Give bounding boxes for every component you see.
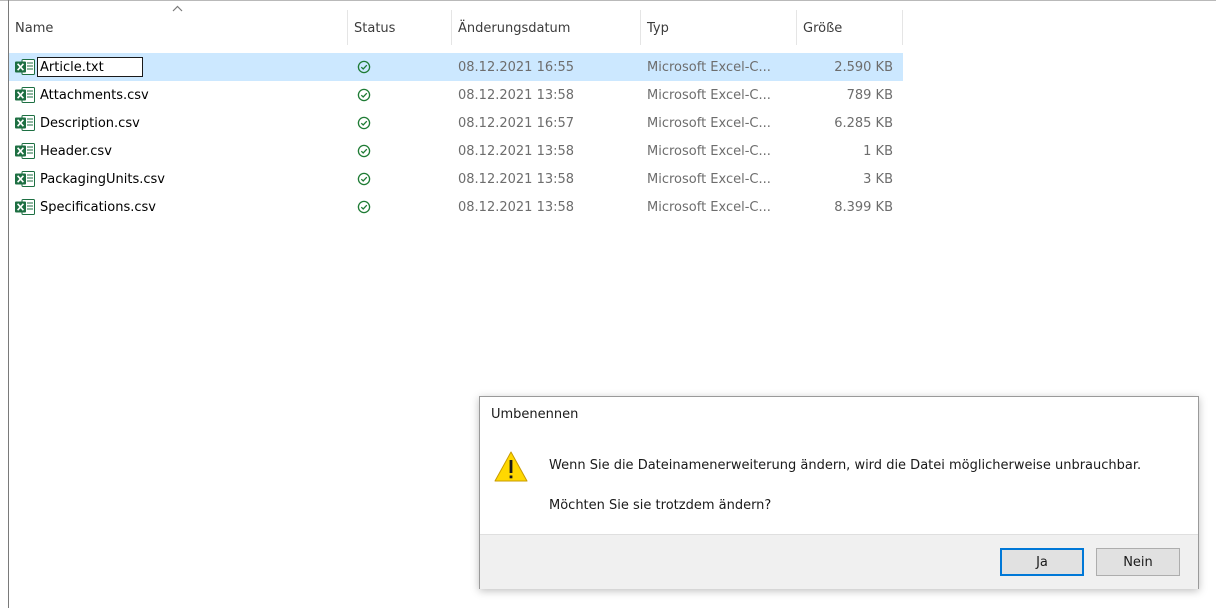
file-explorer-window: Name Status Änderungsdatum Typ Größe Art… [0,0,1216,608]
file-name-cell[interactable]: Description.csv [9,114,348,132]
column-header-type[interactable]: Typ [641,10,797,45]
file-status-cell [348,60,452,74]
dialog-title: Umbenennen [491,407,579,422]
excel-csv-file-icon [14,170,36,188]
file-status-cell [348,144,452,158]
file-type: Microsoft Excel-C... [647,143,771,159]
file-name-cell[interactable]: Article.txt [9,57,348,77]
synced-check-icon [357,200,371,214]
chevron-up-icon [172,3,183,14]
file-date: 08.12.2021 16:57 [458,115,575,131]
excel-csv-file-icon [14,198,36,216]
file-row[interactable]: Header.csv 08.12.2021 13:58 Microsoft Exce… [9,137,903,165]
file-type: Microsoft Excel-C... [647,171,771,187]
file-date: 08.12.2021 13:58 [458,171,575,187]
file-name-cell[interactable]: PackagingUnits.csv [9,170,348,188]
column-header-size[interactable]: Größe [797,10,903,45]
file-row[interactable]: Attachments.csv 08.12.2021 13:58 Microsoft… [9,81,903,109]
file-date: 08.12.2021 13:58 [458,87,575,103]
column-header-size-label: Größe [803,21,843,36]
file-size: 3 KB [863,171,893,187]
synced-check-icon [357,116,371,130]
synced-check-icon [357,88,371,102]
file-status-cell [348,200,452,214]
column-header-row: Name Status Änderungsdatum Typ Größe [9,5,903,45]
file-row[interactable]: Article.txt 08.12.2021 16:55 Microsoft Exc… [9,53,903,81]
file-size: 1 KB [863,143,893,159]
synced-check-icon [357,60,371,74]
dialog-message: Wenn Sie die Dateinamenerweiterung änder… [549,458,1142,473]
file-size: 8.399 KB [834,199,893,215]
synced-check-icon [357,144,371,158]
file-name: PackagingUnits.csv [40,171,165,187]
file-row[interactable]: Description.csv 08.12.2021 16:57 Microsoft… [9,109,903,137]
file-date: 08.12.2021 13:58 [458,199,575,215]
rename-input[interactable]: Article.txt [37,57,143,77]
rename-warning-dialog: Umbenennen Wenn Sie die Dateinamenerweit… [479,396,1199,589]
excel-csv-file-icon [14,142,36,160]
excel-csv-file-icon [14,86,36,104]
dialog-button-bar: Ja Nein [480,534,1198,589]
file-size: 6.285 KB [834,115,893,131]
excel-csv-file-icon [14,58,36,76]
column-header-status-label: Status [354,21,396,36]
file-status-cell [348,116,452,130]
file-type: Microsoft Excel-C... [647,87,771,103]
file-list: Article.txt 08.12.2021 16:55 Microsoft Exc… [9,53,903,221]
column-header-name[interactable]: Name [9,5,348,45]
file-row[interactable]: PackagingUnits.csv 08.12.2021 13:58 Micros… [9,165,903,193]
file-size: 789 KB [846,87,893,103]
column-header-status[interactable]: Status [348,10,452,45]
file-name-cell[interactable]: Attachments.csv [9,86,348,104]
no-button[interactable]: Nein [1096,548,1180,576]
synced-check-icon [357,172,371,186]
file-name: Attachments.csv [40,87,149,103]
file-date: 08.12.2021 16:55 [458,59,575,75]
column-header-date-label: Änderungsdatum [458,21,571,36]
warning-icon [493,450,529,484]
column-header-date[interactable]: Änderungsdatum [452,10,641,45]
yes-button[interactable]: Ja [1000,548,1084,576]
file-name-cell[interactable]: Header.csv [9,142,348,160]
column-header-type-label: Typ [647,21,669,36]
file-row[interactable]: Specifications.csv 08.12.2021 13:58 Micros… [9,193,903,221]
file-size: 2.590 KB [834,59,893,75]
excel-csv-file-icon [14,114,36,132]
file-name: Header.csv [40,143,112,159]
file-name: Specifications.csv [40,199,156,215]
file-type: Microsoft Excel-C... [647,59,771,75]
file-status-cell [348,172,452,186]
file-type: Microsoft Excel-C... [647,199,771,215]
file-type: Microsoft Excel-C... [647,115,771,131]
file-name: Description.csv [40,115,140,131]
dialog-question: Möchten Sie sie trotzdem ändern? [549,498,772,513]
file-name-cell[interactable]: Specifications.csv [9,198,348,216]
window-top-border [0,0,1216,1]
file-date: 08.12.2021 13:58 [458,143,575,159]
file-status-cell [348,88,452,102]
column-header-name-label: Name [15,21,54,36]
